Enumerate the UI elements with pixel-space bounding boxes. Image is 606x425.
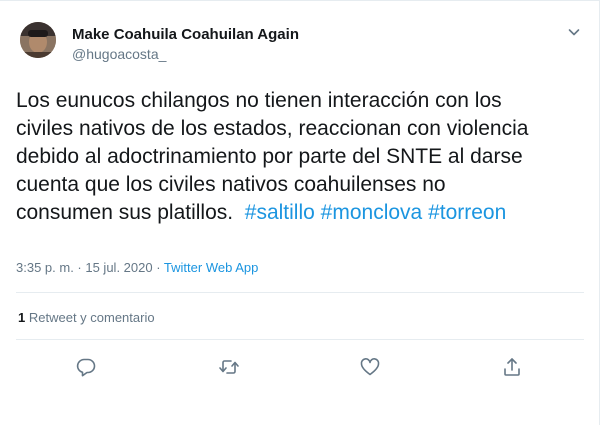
hashtag-link[interactable]: #saltillo	[245, 201, 315, 224]
chevron-down-icon[interactable]	[566, 24, 582, 40]
timestamp[interactable]: 3:35 p. m. · 15 jul. 2020	[16, 260, 153, 275]
display-name[interactable]: Make Coahuila Coahuilan Again	[72, 26, 299, 43]
retweet-stats[interactable]: 1 Retweet y comentario	[18, 310, 155, 325]
top-divider	[0, 0, 600, 1]
hashtag-link[interactable]: #torreon	[428, 201, 506, 224]
divider	[16, 292, 584, 293]
tweet-line: Los eunucos chilangos no tienen interacc…	[16, 89, 502, 112]
tweet-meta: 3:35 p. m. · 15 jul. 2020 · Twitter Web …	[16, 260, 258, 275]
tweet-text: Los eunucos chilangos no tienen interacc…	[16, 87, 586, 227]
source-link[interactable]: Twitter Web App	[164, 260, 258, 275]
tweet-line-text: consumen sus platillos.	[16, 201, 234, 224]
retweet-label: Retweet y comentario	[28, 310, 155, 325]
retweet-count: 1	[18, 310, 26, 325]
tweet-line: civiles nativos de los estados, reaccion…	[16, 117, 529, 140]
user-handle[interactable]: @hugoacosta_	[72, 46, 166, 62]
tweet-line: debido al adoctrinamiento por parte del …	[16, 145, 523, 168]
tweet-line: cuenta que los civiles nativos coahuilen…	[16, 173, 446, 196]
retweet-icon[interactable]	[218, 356, 240, 378]
hashtag-link[interactable]: #monclova	[321, 201, 423, 224]
heart-icon[interactable]	[359, 356, 381, 378]
avatar[interactable]	[20, 22, 56, 58]
tweet-line-last: consumen sus platillos. #saltillo #moncl…	[16, 199, 586, 227]
meta-separator: ·	[152, 260, 164, 275]
right-border	[599, 0, 600, 425]
reply-icon[interactable]	[75, 356, 97, 378]
divider	[16, 339, 584, 340]
share-icon[interactable]	[501, 356, 523, 378]
